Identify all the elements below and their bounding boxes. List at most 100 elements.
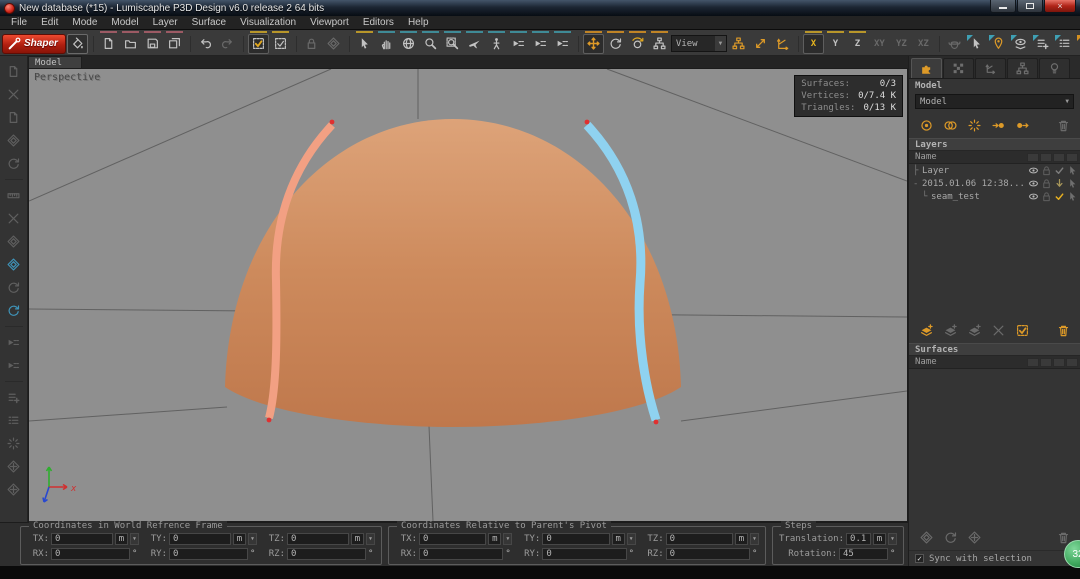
parent-rx-field[interactable]: RX:0° xyxy=(395,547,512,560)
cut-tool[interactable] xyxy=(4,85,24,104)
check-icon[interactable] xyxy=(1053,191,1065,203)
menu-help[interactable]: Help xyxy=(401,16,436,30)
export-model-button[interactable] xyxy=(1013,116,1031,134)
box-select-button[interactable] xyxy=(270,34,291,54)
zoom-tool-button[interactable] xyxy=(420,34,441,54)
layer-tools-button[interactable] xyxy=(989,321,1007,339)
axis-x-button[interactable]: X xyxy=(803,34,824,54)
add-layer-button[interactable] xyxy=(917,321,935,339)
shaper-button[interactable]: Shaper xyxy=(2,34,66,54)
value-input[interactable]: 0 xyxy=(287,533,349,545)
value-input[interactable]: 0 xyxy=(51,533,113,545)
lock-icon[interactable] xyxy=(1040,178,1052,190)
world-tz-field[interactable]: TZ:0m▼ xyxy=(263,532,375,545)
duplicate-view-button[interactable] xyxy=(941,116,959,134)
layer-visibility-button[interactable] xyxy=(1010,34,1031,54)
add-point-tool[interactable] xyxy=(4,388,24,407)
hierarchy-move-button[interactable] xyxy=(728,34,749,54)
surface-select-button[interactable] xyxy=(248,34,269,54)
open-button[interactable] xyxy=(120,34,141,54)
lock-icon[interactable] xyxy=(1040,191,1052,203)
camera-b-tool[interactable] xyxy=(4,356,24,375)
value-input[interactable]: 0.1 xyxy=(846,533,871,545)
expand-h-tool[interactable] xyxy=(4,457,24,476)
unit-dropdown[interactable]: ▼ xyxy=(888,533,897,545)
minimize-button[interactable] xyxy=(990,0,1016,13)
surfaces-name-header[interactable]: Name xyxy=(909,356,1080,369)
close-button[interactable]: × xyxy=(1044,0,1076,13)
parent-tz-field[interactable]: TZ:0m▼ xyxy=(642,532,759,545)
list-add-button[interactable] xyxy=(1032,34,1053,54)
add-sublayer-button[interactable] xyxy=(941,321,959,339)
paint-model-button[interactable] xyxy=(965,116,983,134)
unit-dropdown[interactable]: ▼ xyxy=(503,533,512,545)
layers-name-header[interactable]: Name xyxy=(909,151,1080,164)
value-input[interactable]: 0 xyxy=(666,548,750,560)
snap-vertex-tool[interactable] xyxy=(4,62,24,81)
list-button[interactable] xyxy=(1054,34,1075,54)
layer-row[interactable]: ├Layer xyxy=(909,164,1080,177)
walk-tool-button[interactable] xyxy=(486,34,507,54)
menu-mode[interactable]: Mode xyxy=(65,16,104,30)
scale-button[interactable] xyxy=(750,34,771,54)
value-input[interactable]: 0 xyxy=(542,548,626,560)
visibility-eye-icon[interactable] xyxy=(1027,165,1039,177)
pan-tool-button[interactable] xyxy=(376,34,397,54)
world-ry-field[interactable]: RY:0° xyxy=(145,547,257,560)
material-picker-button[interactable] xyxy=(67,34,88,54)
parent-ry-field[interactable]: RY:0° xyxy=(518,547,635,560)
axis-y-button[interactable]: Y xyxy=(825,34,846,54)
tab-model[interactable] xyxy=(911,58,942,78)
layer-check-button[interactable] xyxy=(1013,321,1031,339)
lock-selection-button[interactable] xyxy=(301,34,322,54)
value-input[interactable]: 0 xyxy=(169,548,248,560)
unit-dropdown[interactable]: ▼ xyxy=(627,533,636,545)
layer-name[interactable]: seam_test xyxy=(931,192,1026,202)
tab-lighting[interactable] xyxy=(1039,58,1070,78)
axis-z-button[interactable]: Z xyxy=(847,34,868,54)
select-cursor-icon[interactable] xyxy=(1066,191,1078,203)
axis-xy-button[interactable]: XY xyxy=(869,34,890,54)
view-dropdown[interactable]: View▼ xyxy=(671,35,727,52)
check-icon[interactable] xyxy=(1053,165,1065,177)
layer-row[interactable]: └seam_test xyxy=(909,190,1080,203)
menu-visualization[interactable]: Visualization xyxy=(233,16,303,30)
steps-rotation-field[interactable]: Rotation:45° xyxy=(779,547,897,560)
world-ty-field[interactable]: TY:0m▼ xyxy=(145,532,257,545)
gizmo-tool[interactable] xyxy=(4,131,24,150)
focus-model-button[interactable] xyxy=(917,116,935,134)
value-input[interactable]: 0 xyxy=(542,533,609,545)
zoom-region-button[interactable] xyxy=(442,34,463,54)
translate-button[interactable] xyxy=(583,34,604,54)
steps-translation-field[interactable]: Translation:0.1m▼ xyxy=(779,532,897,545)
select-cursor-icon[interactable] xyxy=(1066,165,1078,177)
orbit-tool-button[interactable] xyxy=(398,34,419,54)
save-button[interactable] xyxy=(142,34,163,54)
world-rx-field[interactable]: RX:0° xyxy=(27,547,139,560)
visibility-eye-icon[interactable] xyxy=(1027,191,1039,203)
unit-dropdown[interactable]: ▼ xyxy=(750,533,759,545)
camera-path-button[interactable] xyxy=(508,34,529,54)
parent-ty-field[interactable]: TY:0m▼ xyxy=(518,532,635,545)
arrow-down-icon[interactable] xyxy=(1053,178,1065,190)
unit-dropdown[interactable]: ▼ xyxy=(248,533,257,545)
gizmo-scale-button[interactable] xyxy=(965,528,983,546)
viewport-tab-model[interactable]: Model xyxy=(28,56,82,68)
import-model-button[interactable] xyxy=(989,116,1007,134)
rotate-active-tool[interactable] xyxy=(4,301,24,320)
menu-file[interactable]: File xyxy=(4,16,34,30)
layer-row[interactable]: -2015.01.06 12:38... xyxy=(909,177,1080,190)
sync-with-selection[interactable]: ✓ Sync with selection xyxy=(909,550,1080,566)
value-input[interactable]: 0 xyxy=(287,548,366,560)
snap-face-tool[interactable] xyxy=(4,108,24,127)
gizmo-rotate-button[interactable] xyxy=(941,528,959,546)
select-cursor-icon[interactable] xyxy=(1066,178,1078,190)
scene-canvas[interactable]: x xyxy=(29,69,907,521)
value-input[interactable]: 0 xyxy=(419,548,503,560)
edit-point-tool[interactable] xyxy=(4,434,24,453)
axis-yz-button[interactable]: YZ xyxy=(891,34,912,54)
measure-tool[interactable] xyxy=(4,186,24,205)
viewport-3d[interactable]: x Perspective Surfaces:0/3 Vertices:0/7.… xyxy=(28,68,908,522)
menu-viewport[interactable]: Viewport xyxy=(303,16,356,30)
translate-gizmo-tool[interactable] xyxy=(4,232,24,251)
